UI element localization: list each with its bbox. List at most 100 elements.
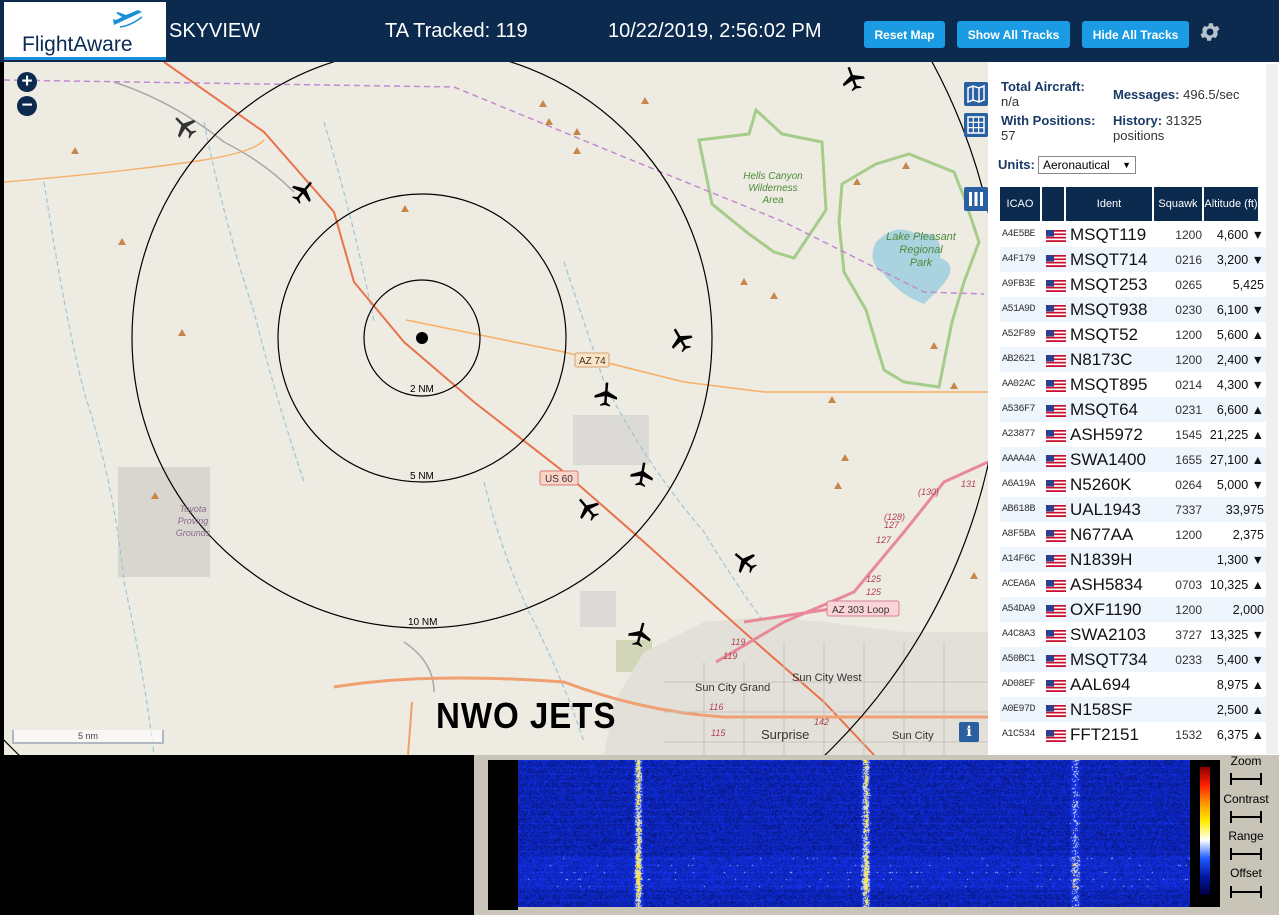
- icao-cell: AB2621: [1002, 354, 1036, 365]
- reset-map-button[interactable]: Reset Map: [864, 21, 945, 48]
- road-number: (130): [918, 487, 939, 497]
- col-flag[interactable]: [1042, 187, 1064, 221]
- us-flag-icon: [1046, 679, 1068, 692]
- table-row[interactable]: AAAA4A SWA1400 1655 27,100 ▲: [1000, 447, 1266, 472]
- flightaware-logo[interactable]: FlightAware: [4, 2, 166, 60]
- contrast-label: Contrast: [1223, 792, 1269, 806]
- table-row[interactable]: A51A9D MSQT938 0230 6,100 ▼: [1000, 297, 1266, 322]
- us-flag-icon: [1046, 604, 1068, 617]
- map-layers-icon[interactable]: [964, 82, 988, 106]
- units-select[interactable]: Aeronautical ▼: [1038, 156, 1136, 174]
- contrast-slider[interactable]: [1230, 811, 1262, 823]
- aircraft-icon[interactable]: [625, 458, 660, 493]
- ident-cell: N8173C: [1070, 349, 1133, 369]
- altitude-cell: 21,225 ▲: [1209, 427, 1264, 442]
- offset-slider[interactable]: [1230, 886, 1262, 898]
- ident-cell: MSQT714: [1070, 249, 1148, 269]
- datetime: 10/22/2019, 2:56:02 PM: [608, 20, 822, 42]
- altitude-cell: 6,375 ▲: [1216, 727, 1264, 742]
- road-number: 125: [866, 574, 882, 584]
- table-row[interactable]: A536F7 MSQT64 0231 6,600 ▲: [1000, 397, 1266, 422]
- range-slider[interactable]: [1230, 848, 1262, 860]
- table-row[interactable]: AB2621 N8173C 1200 2,400 ▼: [1000, 347, 1266, 372]
- place-label: Sun City West: [792, 672, 862, 684]
- icao-cell: A54DA9: [1002, 604, 1036, 615]
- waterfall-display[interactable]: [518, 760, 1190, 907]
- table-row[interactable]: A4F179 MSQT714 0216 3,200 ▼: [1000, 247, 1266, 272]
- aircraft-icon[interactable]: [590, 379, 623, 412]
- us-flag-icon: [1046, 329, 1068, 342]
- show-all-tracks-button[interactable]: Show All Tracks: [957, 21, 1070, 48]
- hide-all-tracks-button[interactable]: Hide All Tracks: [1082, 21, 1189, 48]
- us-flag-icon: [1046, 554, 1068, 567]
- table-row[interactable]: A4E5BE MSQT119 1200 4,600 ▼: [1000, 222, 1266, 247]
- col-icao[interactable]: ICAO: [1000, 187, 1040, 221]
- ident-cell: ASH5834: [1070, 574, 1143, 594]
- place-label: Sun City: [892, 730, 934, 742]
- table-scrollbar[interactable]: [1266, 64, 1278, 754]
- table-row[interactable]: ACEA6A ASH5834 0703 10,325 ▲: [1000, 572, 1266, 597]
- table-row[interactable]: A9FB3E MSQT253 0265 5,425: [1000, 272, 1266, 297]
- squawk-cell: 1200: [1175, 602, 1202, 617]
- icao-cell: A6A19A: [1002, 479, 1036, 490]
- table-row[interactable]: A8F5BA N677AA 1200 2,375: [1000, 522, 1266, 547]
- icao-cell: AD08EF: [1002, 679, 1036, 690]
- zoom-slider[interactable]: [1230, 773, 1262, 785]
- ident-cell: N158SF: [1070, 699, 1133, 719]
- table-row[interactable]: A4C8A3 SWA2103 3727 13,325 ▼: [1000, 622, 1266, 647]
- altitude-cell: 2,375: [1232, 527, 1264, 542]
- icao-cell: A4C8A3: [1002, 629, 1036, 640]
- altitude-cell: 1,300 ▼: [1216, 552, 1264, 567]
- map-view[interactable]: 2 NM 5 NM 10 NM Hells Canyon Wilderness …: [4, 62, 988, 755]
- ident-cell: FFT2151: [1070, 724, 1139, 744]
- icao-cell: A52F89: [1002, 329, 1036, 340]
- table-row[interactable]: A52F89 MSQT52 1200 5,600 ▲: [1000, 322, 1266, 347]
- area-label: Park: [910, 257, 933, 269]
- aircraft-table: A4E5BE MSQT119 1200 4,600 ▼ A4F179 MSQT714 021…: [1000, 222, 1266, 747]
- ident-cell: MSQT253: [1070, 274, 1148, 294]
- aircraft-sidebar: Total Aircraft: n/a With Positions: 57 Mes…: [988, 62, 1279, 755]
- table-row[interactable]: A6A19A N5260K 0264 5,000 ▼: [1000, 472, 1266, 497]
- table-row[interactable]: A14F6C N1839H 1,300 ▼: [1000, 547, 1266, 572]
- table-row[interactable]: AB618B UAL1943 7337 33,975: [1000, 497, 1266, 522]
- icao-cell: A23877: [1002, 429, 1036, 440]
- altitude-cell: 6,100 ▼: [1216, 302, 1264, 317]
- us-flag-icon: [1046, 379, 1068, 392]
- altitude-cell: 10,325 ▲: [1209, 577, 1264, 592]
- table-row[interactable]: A1C534 FFT2151 1532 6,375 ▲: [1000, 722, 1266, 747]
- ident-cell: MSQT895: [1070, 374, 1148, 394]
- us-flag-icon: [1046, 504, 1068, 517]
- altitude-cell: 27,100 ▲: [1209, 452, 1264, 467]
- zoom-label: Zoom: [1230, 754, 1262, 768]
- table-row[interactable]: AD08EF AAL694 8,975 ▲: [1000, 672, 1266, 697]
- table-header: ICAO Ident Squawk Altitude (ft): [1000, 187, 1260, 221]
- tracked-count: TA Tracked: 119: [385, 20, 528, 42]
- col-altitude[interactable]: Altitude (ft): [1204, 187, 1258, 221]
- columns-icon[interactable]: [964, 187, 988, 211]
- zoom-in-button[interactable]: +: [17, 72, 37, 92]
- table-row[interactable]: A50BC1 MSQT734 0233 5,400 ▼: [1000, 647, 1266, 672]
- col-ident[interactable]: Ident: [1066, 187, 1152, 221]
- table-row[interactable]: A54DA9 OXF1190 1200 2,000: [1000, 597, 1266, 622]
- area-label: Wilderness: [748, 183, 797, 194]
- gear-icon[interactable]: [1198, 20, 1222, 44]
- icao-cell: AA02AC: [1002, 379, 1036, 390]
- us-flag-icon: [1046, 304, 1068, 317]
- altitude-cell: 2,400 ▼: [1216, 352, 1264, 367]
- road-number: 142: [814, 717, 829, 727]
- altitude-cell: 4,300 ▼: [1216, 377, 1264, 392]
- altitude-cell: 4,600 ▼: [1216, 227, 1264, 242]
- zoom-out-button[interactable]: −: [17, 96, 37, 116]
- icao-cell: A1C534: [1002, 729, 1036, 740]
- info-icon[interactable]: i: [959, 722, 979, 742]
- table-row[interactable]: AA02AC MSQT895 0214 4,300 ▼: [1000, 372, 1266, 397]
- road-number: 125: [866, 587, 882, 597]
- col-squawk[interactable]: Squawk: [1154, 187, 1202, 221]
- table-row[interactable]: A0E97D N158SF 2,500 ▲: [1000, 697, 1266, 722]
- icao-cell: A14F6C: [1002, 554, 1036, 565]
- table-row[interactable]: A23877 ASH5972 1545 21,225 ▲: [1000, 422, 1266, 447]
- grid-icon[interactable]: [964, 113, 988, 137]
- us-flag-icon: [1046, 654, 1068, 667]
- us-flag-icon: [1046, 729, 1068, 742]
- ident-cell: MSQT119: [1070, 224, 1147, 244]
